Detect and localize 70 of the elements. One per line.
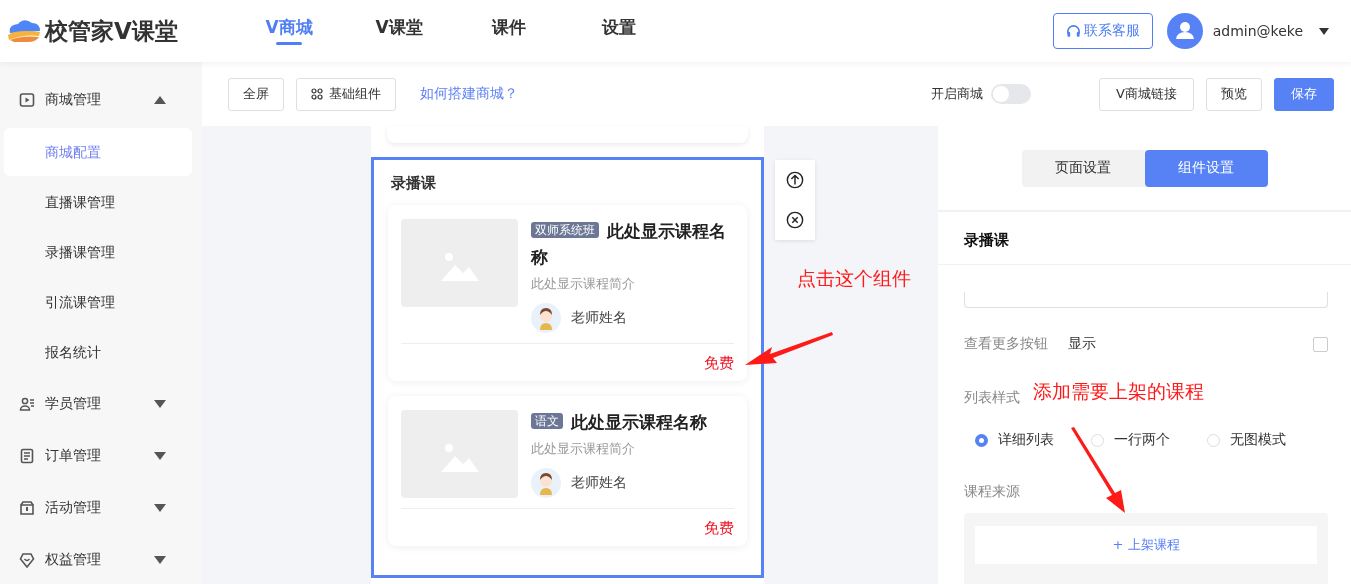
field-label: 查看更多按钮 bbox=[964, 335, 1048, 353]
selected-component[interactable]: 录播课 双师系统班 此处显示课程名称 此处显示课程简介 老师姓名 免费 语文 此处显示课程名称 此处显示课程简介 老师姓名 免费 bbox=[371, 157, 764, 578]
input-field[interactable] bbox=[964, 292, 1328, 308]
sidebar-group[interactable]: 权益管理 bbox=[0, 534, 202, 584]
settings-tab[interactable]: 组件设置 bbox=[1144, 149, 1268, 187]
sidebar-item[interactable]: 商城配置 bbox=[4, 128, 192, 176]
cloud-logo-icon bbox=[6, 19, 42, 43]
sidebar-group[interactable]: 活动管理 bbox=[0, 482, 202, 534]
section-title: 录播课 bbox=[390, 173, 437, 194]
radio-option[interactable]: 无图模式 bbox=[1207, 431, 1323, 449]
course-name: 语文 此处显示课程名称 bbox=[531, 410, 734, 436]
expand-caret-icon[interactable] bbox=[154, 556, 166, 564]
customer-service-button[interactable]: 联系客服 bbox=[1052, 13, 1153, 49]
teacher-name: 老师姓名 bbox=[571, 474, 627, 492]
expand-caret-icon[interactable] bbox=[154, 504, 166, 512]
checkbox[interactable] bbox=[1313, 336, 1328, 352]
collapse-caret-icon[interactable] bbox=[154, 96, 166, 104]
add-course-button[interactable]: + 上架课程 bbox=[975, 526, 1317, 564]
sidebar-item[interactable]: 录播课管理 bbox=[4, 228, 192, 276]
sidebar-item[interactable]: 引流课管理 bbox=[4, 278, 192, 326]
field-label: 列表样式 bbox=[964, 389, 1020, 407]
fullscreen-button[interactable]: 全屏 bbox=[228, 77, 284, 111]
preview-button[interactable]: 预览 bbox=[1206, 77, 1262, 111]
components-button[interactable]: 基础组件 bbox=[296, 77, 396, 111]
switch-label: 开启商城 bbox=[931, 85, 984, 103]
gift-icon bbox=[19, 500, 35, 516]
course-name: 双师系统班 此处显示课程名称 bbox=[531, 221, 727, 269]
document-icon bbox=[19, 448, 35, 464]
toggle-switch[interactable] bbox=[991, 84, 1032, 104]
course-price: 免费 bbox=[703, 518, 734, 538]
nav-tab[interactable]: 设置 bbox=[564, 0, 674, 62]
expand-caret-icon[interactable] bbox=[154, 400, 166, 408]
username[interactable]: admin@keke bbox=[1212, 23, 1303, 39]
sidebar-group[interactable]: 学员管理 bbox=[0, 378, 202, 430]
course-price: 免费 bbox=[703, 353, 734, 373]
sidebar-item[interactable]: 直播课管理 bbox=[4, 178, 192, 226]
annotation-text: 点击这个组件 bbox=[797, 266, 911, 291]
course-intro: 此处显示课程简介 bbox=[531, 440, 636, 458]
heart-badge-icon bbox=[19, 552, 35, 568]
save-button[interactable]: 保存 bbox=[1274, 77, 1334, 111]
sidebar-group[interactable]: 订单管理 bbox=[0, 430, 202, 482]
radio-button[interactable] bbox=[975, 433, 988, 447]
teacher-name: 老师姓名 bbox=[571, 309, 627, 327]
teacher-avatar-icon bbox=[531, 303, 561, 333]
users-icon bbox=[19, 396, 35, 412]
move-up-icon[interactable] bbox=[786, 171, 804, 189]
annotation-text: 添加需要上架的课程 bbox=[1033, 379, 1204, 404]
logo-text: 校管家V课堂 bbox=[45, 16, 178, 46]
teacher-avatar-icon bbox=[531, 468, 561, 498]
panel-title: 录播课 bbox=[938, 212, 1351, 265]
sidebar-group[interactable]: 商城管理 bbox=[0, 74, 202, 126]
radio-option[interactable]: 详细列表 bbox=[975, 431, 1091, 449]
headset-icon bbox=[1065, 23, 1081, 39]
settings-tab[interactable]: 页面设置 bbox=[1021, 149, 1145, 187]
shop-link-button[interactable]: V商城链接 bbox=[1099, 77, 1194, 111]
expand-caret-icon[interactable] bbox=[154, 452, 166, 460]
field-label: 课程来源 bbox=[964, 483, 1021, 501]
caret-icon[interactable] bbox=[1319, 27, 1329, 35]
course-intro: 此处显示课程简介 bbox=[531, 275, 636, 293]
nav-tab[interactable]: V商城 bbox=[234, 0, 344, 62]
delete-icon[interactable] bbox=[786, 211, 804, 229]
sidebar-item[interactable]: 报名统计 bbox=[4, 328, 192, 376]
radio-option[interactable]: 一行两个 bbox=[1091, 431, 1207, 449]
nav-tab[interactable]: 课件 bbox=[454, 0, 564, 62]
video-icon bbox=[19, 92, 35, 108]
help-link[interactable]: 如何搭建商城？ bbox=[420, 85, 518, 103]
field-value: 显示 bbox=[1068, 335, 1096, 353]
user-avatar-icon[interactable] bbox=[1166, 13, 1203, 49]
nav-tab[interactable]: V课堂 bbox=[344, 0, 454, 62]
grid-icon bbox=[311, 88, 323, 100]
